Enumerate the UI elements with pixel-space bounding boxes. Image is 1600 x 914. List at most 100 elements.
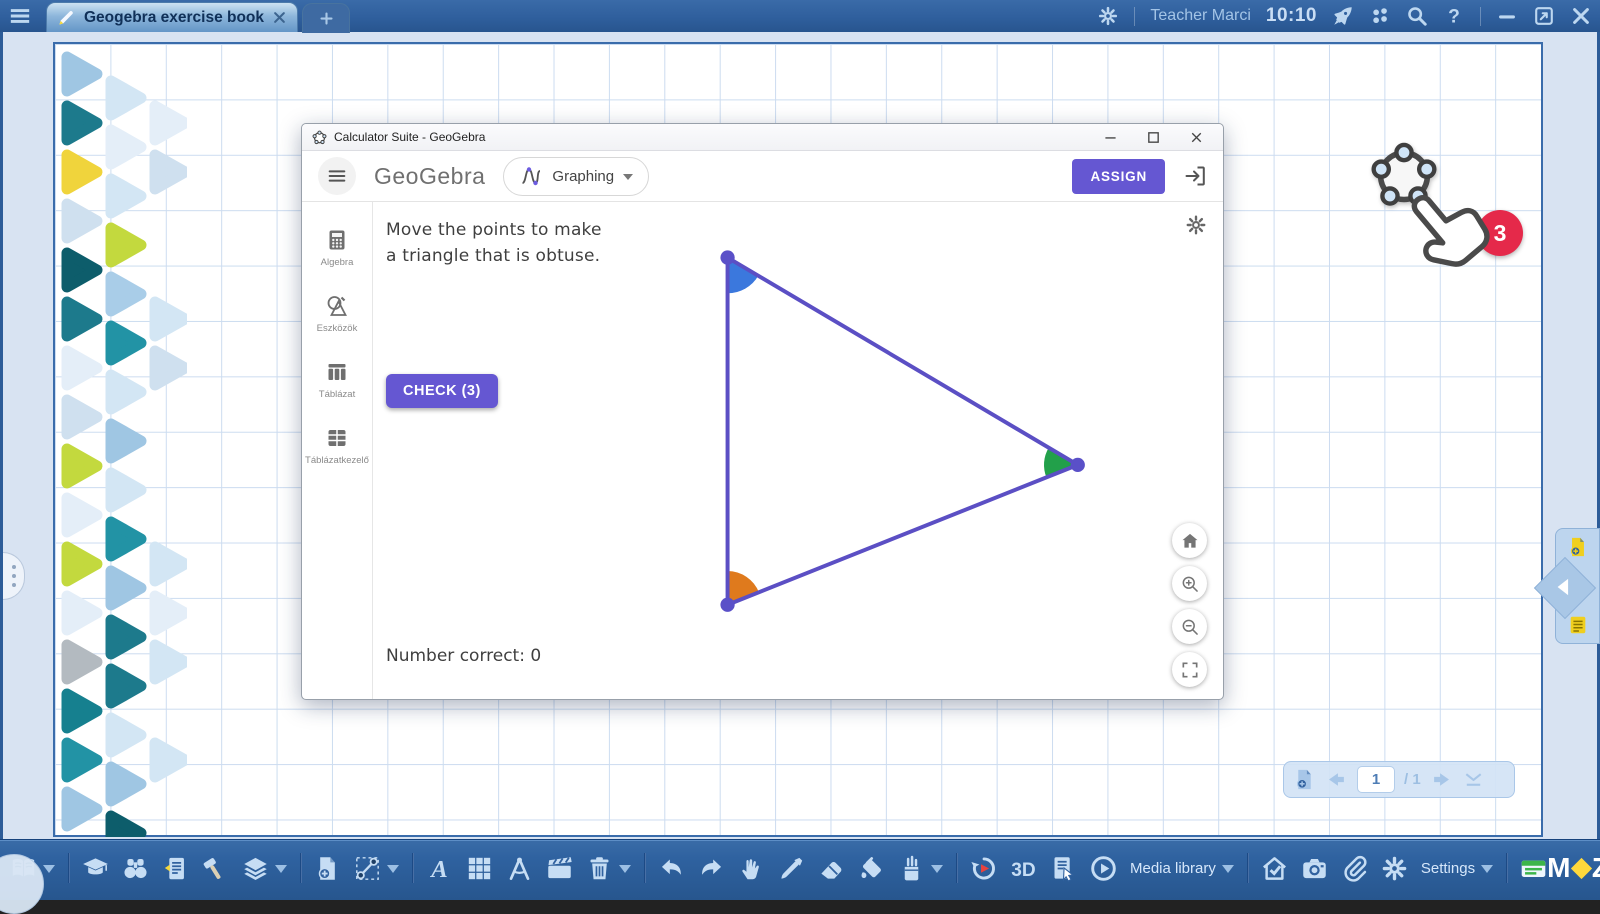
home-check-icon[interactable] [1261, 855, 1288, 882]
chevron-down-icon[interactable] [619, 865, 631, 879]
restore-window-icon[interactable] [1533, 5, 1555, 27]
draggable-vertex[interactable] [720, 250, 734, 264]
add-page-icon[interactable] [1567, 536, 1589, 558]
sidebar-item-eszközök[interactable]: Eszközök [302, 294, 372, 335]
eraser-icon[interactable] [818, 855, 845, 882]
left-drawer-handle[interactable] [3, 552, 25, 600]
geogebra-titlebar[interactable]: Calculator Suite - GeoGebra [302, 124, 1223, 151]
trash-icon [586, 855, 613, 882]
search-icon[interactable] [1406, 5, 1428, 27]
sidebar-item-táblázatkezelő[interactable]: Táblázatkezelő [302, 426, 372, 467]
chevron-down-icon[interactable] [1481, 865, 1493, 879]
binoculars-icon[interactable] [122, 855, 149, 882]
gear-icon[interactable] [1381, 855, 1408, 882]
layers-icon[interactable] [242, 855, 287, 882]
zoom-in-icon [1180, 574, 1200, 594]
play-circle-icon[interactable] [1090, 855, 1117, 882]
zoom-out-button[interactable] [1172, 609, 1207, 644]
rocket-icon[interactable] [1332, 5, 1354, 27]
redo-icon[interactable] [698, 855, 725, 882]
compass-icon[interactable] [506, 855, 533, 882]
settings-button[interactable]: Settings [1421, 858, 1493, 879]
pen-holder-icon[interactable] [898, 855, 943, 882]
home-button[interactable] [1172, 523, 1207, 558]
deco-triangle [111, 767, 141, 801]
user-name[interactable]: Teacher Marci [1150, 7, 1250, 25]
new-tab-button[interactable] [302, 3, 350, 33]
fullscreen-button[interactable] [1172, 652, 1207, 687]
tab-close-icon[interactable] [272, 10, 287, 25]
marker-icon[interactable] [778, 855, 805, 882]
chevron-down-icon[interactable] [275, 865, 287, 879]
top-bar: Geogebra exercise book Teacher Marci 10:… [0, 0, 1600, 32]
text-tool-icon[interactable]: A [426, 855, 453, 882]
minimize-icon[interactable] [1496, 5, 1518, 27]
media-clapper-icon[interactable] [546, 855, 573, 882]
assign-button[interactable]: ASSIGN [1072, 159, 1165, 194]
add-page-icon[interactable] [314, 855, 341, 882]
script-icon [1050, 855, 1077, 882]
collapse-left-icon[interactable] [1550, 573, 1578, 601]
chevron-down-icon[interactable] [931, 865, 943, 879]
deco-triangle [111, 277, 141, 311]
hand-icon[interactable] [738, 855, 765, 882]
geogebra-canvas[interactable]: Move the points to make a triangle that … [373, 202, 1223, 699]
notes-icon[interactable] [1567, 614, 1589, 636]
pen-holder-icon [898, 855, 925, 882]
media-library-button[interactable]: Media library [1130, 858, 1234, 879]
triangle-figure[interactable] [373, 202, 1223, 699]
apps-grid-icon[interactable] [1369, 5, 1391, 27]
bottom-toolbar: A3DMedia librarySettings MZAIK [0, 839, 1600, 900]
trash-icon[interactable] [586, 855, 631, 882]
sign-in-icon[interactable] [1183, 164, 1207, 188]
menu-icon[interactable] [9, 5, 31, 27]
threed-icon[interactable]: 3D [1010, 855, 1037, 882]
paperclip-icon[interactable] [1341, 855, 1368, 882]
chevron-down-icon[interactable] [43, 865, 55, 879]
help-icon[interactable]: ? [1443, 5, 1465, 27]
right-panel-handle[interactable] [1555, 528, 1600, 644]
homework-notes-icon[interactable] [162, 855, 189, 882]
mode-selector[interactable]: Graphing [503, 157, 649, 196]
check-button[interactable]: CHECK (3) [386, 374, 498, 408]
animation-icon[interactable] [970, 855, 997, 882]
add-page-icon[interactable] [1293, 768, 1316, 791]
geogebra-menu-button[interactable] [318, 157, 356, 195]
triangle-edges[interactable] [728, 258, 1078, 605]
prev-page-icon[interactable] [1325, 768, 1348, 791]
sidebar-item-táblázat[interactable]: Táblázat [302, 360, 372, 401]
tools-hammer-icon[interactable] [202, 855, 229, 882]
camera-icon[interactable] [1301, 855, 1328, 882]
draggable-vertex[interactable] [1071, 458, 1085, 472]
win-minimize-icon[interactable] [1102, 129, 1119, 146]
keyboard-icon[interactable] [1520, 855, 1547, 882]
polyline-icon[interactable] [354, 855, 399, 882]
sidebar-item-algebra[interactable]: Algebra [302, 228, 372, 269]
deco-triangle [111, 179, 141, 213]
hide-navbar-icon[interactable] [1462, 768, 1485, 791]
page-number-input[interactable]: 1 [1357, 766, 1395, 793]
camera-icon [1301, 855, 1328, 882]
win-close-icon[interactable] [1188, 129, 1205, 146]
fill-bucket-icon[interactable] [858, 855, 885, 882]
applet-settings-icon[interactable] [1185, 214, 1207, 236]
graduation-cap-icon[interactable] [82, 855, 109, 882]
script-icon[interactable] [1050, 855, 1077, 882]
close-icon[interactable] [1570, 5, 1592, 27]
home-icon [1180, 531, 1200, 551]
marker-icon [778, 855, 805, 882]
text-tool-icon: A [426, 855, 453, 882]
deco-triangle [67, 743, 97, 777]
tab-geogebra-exercise-book[interactable]: Geogebra exercise book [46, 2, 298, 32]
next-page-icon[interactable] [1430, 768, 1453, 791]
window-title: Calculator Suite - GeoGebra [334, 130, 1095, 144]
draggable-vertex[interactable] [720, 598, 734, 612]
win-maximize-icon[interactable] [1145, 129, 1162, 146]
chevron-down-icon[interactable] [387, 865, 399, 879]
zoom-in-button[interactable] [1172, 566, 1207, 601]
chevron-down-icon[interactable] [1222, 865, 1234, 879]
sync-settings-icon[interactable] [1097, 5, 1119, 27]
table-tool-icon[interactable] [466, 855, 493, 882]
play-circle-icon [1090, 855, 1117, 882]
undo-icon[interactable] [658, 855, 685, 882]
